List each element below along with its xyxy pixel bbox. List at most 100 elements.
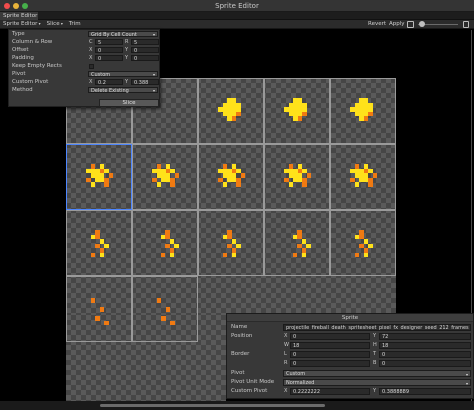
flame-pixel [156, 182, 161, 187]
color-channel-icon[interactable] [463, 21, 469, 28]
flame-pixel [161, 316, 166, 321]
custom-pivot-y-label: Y [125, 79, 129, 85]
border-label: Border [231, 351, 250, 357]
flame-pixel [368, 243, 373, 248]
horizontal-scrollbar-thumb[interactable] [100, 404, 325, 407]
window-titlebar: Sprite Editor [0, 0, 474, 12]
flame-pixel [368, 111, 373, 116]
padding-x-field[interactable]: 0 [95, 55, 123, 62]
keep-empty-rects-label: Keep Empty Rects [12, 63, 62, 69]
padding-y-field[interactable]: 0 [131, 55, 159, 62]
flame-pixel [368, 182, 373, 187]
pivot-unit-mode-label: Pivot Unit Mode [231, 379, 275, 385]
custom-pivot-x-field[interactable]: 0.2 [95, 79, 123, 86]
flame-pixel [104, 182, 109, 187]
method-label: Method [12, 87, 33, 93]
offset-y-field[interactable]: 0 [131, 47, 159, 54]
column-row-label: Column & Row [12, 39, 53, 45]
flame-pixel [90, 252, 95, 257]
flame-pixel [302, 111, 307, 116]
offset-y-label: Y [125, 47, 129, 53]
sprite-custom-pivot-y-field[interactable]: 0.3888889 [379, 388, 471, 395]
flame-pixel [301, 252, 306, 257]
flame-pixel [174, 243, 179, 248]
flame-pixel [302, 182, 307, 187]
flame-pixel [222, 252, 227, 257]
flame-pixel [90, 182, 95, 187]
type-dropdown[interactable]: Grid By Cell Count [88, 31, 158, 38]
padding-label: Padding [12, 55, 34, 61]
flame-pixel [288, 182, 293, 187]
method-dropdown[interactable]: Delete Existing [88, 87, 158, 94]
flame-pixel [231, 252, 236, 257]
pivot-unit-mode-dropdown[interactable]: Normalized [283, 379, 471, 387]
flame-pixel [174, 173, 179, 178]
flame-pixel [222, 182, 227, 187]
position-label: Position [231, 333, 253, 339]
position-h-label: H [373, 342, 377, 348]
row-count-field[interactable]: 5 [131, 39, 159, 46]
row-r-label: R [125, 39, 129, 45]
flame-pixel [354, 252, 359, 257]
border-l-label: L [284, 351, 287, 357]
custom-pivot-x-label: X [89, 79, 93, 85]
flame-pixel [170, 182, 175, 187]
custom-pivot-x-label: X [284, 388, 288, 394]
flame-pixel [240, 173, 245, 178]
position-y-field[interactable]: 72 [379, 333, 471, 340]
sprite-panel-title: Sprite [227, 314, 473, 322]
pivot-label: Pivot [12, 71, 26, 77]
flame-pixel [306, 243, 311, 248]
padding-y-label: Y [125, 55, 129, 61]
toolbar: Sprite Editor Slice Trim Revert Apply [0, 20, 474, 29]
zoom-slider-thumb[interactable] [419, 21, 425, 27]
position-w-field[interactable]: 18 [290, 342, 370, 349]
border-l-field[interactable]: 0 [290, 351, 370, 358]
flame-pixel [363, 252, 368, 257]
position-h-field[interactable]: 18 [379, 342, 471, 349]
sprite-inspector-panel: Sprite Name projectile_fireball_death_sp… [226, 313, 474, 399]
flame-pixel [90, 298, 95, 303]
offset-x-label: X [89, 47, 93, 53]
horizontal-scrollbar[interactable] [0, 401, 474, 410]
flame-pixel [169, 252, 174, 257]
slice-menu-button[interactable]: Slice [47, 19, 63, 29]
border-t-label: T [373, 351, 377, 357]
flame-pixel [372, 173, 377, 178]
apply-button[interactable]: Apply [389, 20, 405, 29]
column-c-label: C [89, 39, 93, 45]
keep-empty-rects-checkbox[interactable] [89, 64, 94, 69]
position-w-label: W [284, 342, 289, 348]
border-b-label: B [373, 360, 377, 366]
alpha-toggle-icon[interactable] [407, 21, 414, 28]
window-title: Sprite Editor [215, 1, 259, 10]
column-count-field[interactable]: 5 [95, 39, 123, 46]
flame-pixel [236, 111, 241, 116]
custom-pivot-y-field[interactable]: 0.388 [131, 79, 159, 86]
border-t-field[interactable]: 0 [379, 351, 471, 358]
revert-button[interactable]: Revert [368, 20, 386, 29]
trim-button[interactable]: Trim [69, 20, 81, 29]
name-label: Name [231, 324, 248, 330]
flame-pixel [156, 298, 161, 303]
slice-button[interactable]: Slice [99, 99, 159, 107]
border-r-label: R [284, 360, 288, 366]
flame-pixel [236, 243, 241, 248]
padding-x-label: X [89, 55, 93, 61]
position-y-label: Y [373, 333, 377, 339]
flame-pixel [104, 243, 109, 248]
flame-pixel [95, 316, 100, 321]
flame-pixel [104, 320, 109, 325]
position-x-field[interactable]: 0 [290, 333, 370, 340]
sprite-pivot-dropdown[interactable]: Custom [283, 370, 471, 378]
sprite-custom-pivot-x-field[interactable]: 0.2222222 [290, 388, 370, 395]
sprite-name-field[interactable]: projectile_fireball_death_spritesheet_pi… [283, 324, 471, 331]
border-r-field[interactable]: 0 [290, 360, 370, 367]
border-b-field[interactable]: 0 [379, 360, 471, 367]
position-x-label: X [284, 333, 288, 339]
sprite-pivot-label: Pivot [231, 370, 245, 376]
editor-mode-dropdown[interactable]: Sprite Editor [3, 19, 41, 29]
offset-x-field[interactable]: 0 [95, 47, 123, 54]
offset-label: Offset [12, 47, 29, 53]
pivot-dropdown[interactable]: Custom [88, 71, 158, 78]
